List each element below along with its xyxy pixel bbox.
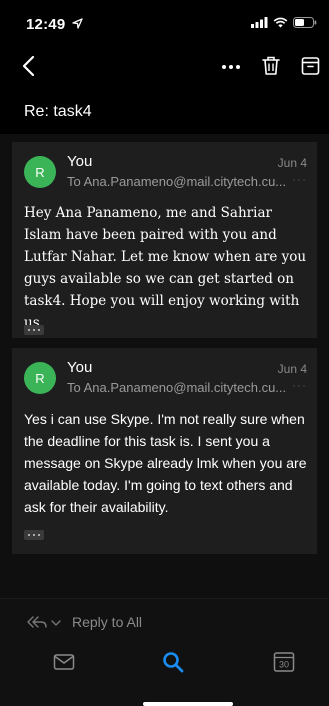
home-indicator (143, 702, 233, 706)
tab-mail[interactable] (52, 651, 76, 673)
message-thread[interactable]: R You Jun 4 To Ana.Panameno@mail.citytec… (0, 134, 329, 598)
archive-button[interactable] (298, 52, 324, 80)
cellular-signal-icon (251, 17, 268, 28)
wifi-icon (273, 17, 288, 28)
avatar: R (24, 362, 56, 394)
status-bar: 12:49 (0, 0, 329, 44)
back-button[interactable] (18, 52, 42, 80)
show-quoted-button[interactable] (24, 530, 44, 540)
recipient-line[interactable]: To Ana.Panameno@mail.citytech.cu... (67, 380, 286, 395)
archive-icon (301, 57, 320, 75)
tab-bar: 30 (0, 644, 329, 706)
reply-all-button[interactable] (26, 613, 62, 631)
chevron-left-icon (22, 55, 35, 77)
sender-name: You (67, 153, 93, 170)
message-body: Hey Ana Panameno, me and Sahriar Islam h… (24, 205, 307, 331)
subject-bar: Re: task4 (0, 88, 329, 134)
message-card[interactable]: R You Jun 4 To Ana.Panameno@mail.citytec… (12, 142, 317, 338)
more-button[interactable] (218, 52, 244, 80)
recipient-line[interactable]: To Ana.Panameno@mail.citytech.cu... (67, 174, 286, 189)
battery-icon (293, 17, 317, 28)
message-date: Jun 4 (277, 156, 307, 170)
message-date: Jun 4 (277, 362, 307, 376)
sender-name: You (67, 359, 93, 376)
status-time-text: 12:49 (26, 16, 66, 33)
nav-bar (0, 44, 329, 88)
calendar-icon: 30 (273, 652, 295, 672)
tab-calendar[interactable]: 30 (272, 650, 296, 674)
message-body: Yes i can use Skype. I'm not really sure… (24, 411, 307, 515)
location-arrow-icon (72, 18, 83, 29)
recipient-more: ··· (292, 378, 307, 392)
trash-icon (262, 56, 280, 75)
reply-all-label[interactable]: Reply to All (72, 614, 142, 630)
mail-icon (53, 654, 75, 670)
tab-search[interactable] (161, 650, 185, 674)
show-quoted-button[interactable] (24, 325, 44, 335)
calendar-date: 30 (279, 660, 289, 670)
avatar: R (24, 156, 56, 188)
status-time: 12:49 (26, 16, 83, 33)
delete-button[interactable] (258, 52, 284, 80)
status-icons (251, 17, 317, 28)
message-card[interactable]: R You Jun 4 To Ana.Panameno@mail.citytec… (12, 348, 317, 554)
reply-all-icon (27, 616, 61, 628)
recipient-more: ··· (292, 172, 307, 186)
more-horizontal-icon (222, 65, 240, 69)
search-icon (163, 652, 184, 673)
email-subject: Re: task4 (24, 103, 92, 120)
reply-bar[interactable]: Reply to All (0, 598, 329, 644)
